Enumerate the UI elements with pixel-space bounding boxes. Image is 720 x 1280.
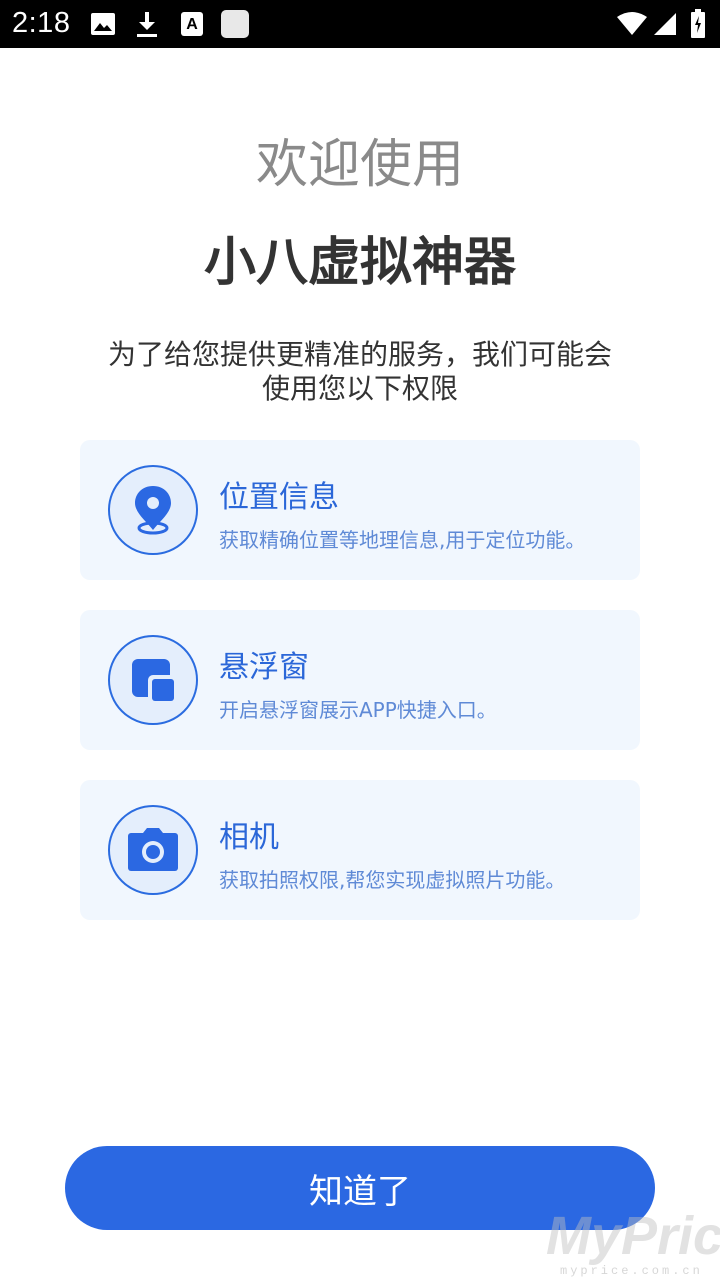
intro-line-1: 为了给您提供更精准的服务，我们可能会	[107, 338, 612, 371]
wifi-icon	[616, 12, 648, 40]
welcome-heading: 欢迎使用	[255, 135, 464, 195]
permission-description: 获取拍照权限,帮您实现虚拟照片功能。	[219, 868, 566, 892]
permission-title: 悬浮窗	[219, 650, 309, 685]
permission-card-location: 位置信息 获取精确位置等地理信息,用于定位功能。	[80, 440, 640, 580]
signal-icon	[652, 12, 678, 40]
image-icon	[90, 12, 116, 40]
download-icon	[135, 10, 159, 42]
camera-icon	[108, 805, 198, 895]
battery-icon	[690, 9, 706, 43]
floating-window-icon	[108, 635, 198, 725]
permission-card-floating-window: 悬浮窗 开启悬浮窗展示APP快捷入口。	[80, 610, 640, 750]
permission-title: 位置信息	[219, 480, 339, 515]
blank-square-icon	[220, 9, 250, 43]
intro-line-2: 使用您以下权限	[261, 372, 458, 405]
watermark-logo: MyPrice	[546, 1206, 720, 1266]
watermark-url: myprice.com.cn	[560, 1264, 703, 1278]
permission-card-camera: 相机 获取拍照权限,帮您实现虚拟照片功能。	[80, 780, 640, 920]
font-a-icon: A	[180, 11, 204, 41]
permission-title: 相机	[219, 820, 279, 855]
status-time: 2:18	[12, 7, 71, 39]
permission-description: 获取精确位置等地理信息,用于定位功能。	[219, 528, 586, 552]
app-name-heading: 小八虚拟神器	[203, 233, 516, 293]
status-bar: 2:18 A	[0, 0, 720, 48]
location-pin-icon	[108, 465, 198, 555]
svg-text:A: A	[186, 16, 198, 33]
intro-text: 为了给您提供更精准的服务，我们可能会 使用您以下权限	[80, 338, 640, 406]
permission-description: 开启悬浮窗展示APP快捷入口。	[219, 698, 497, 722]
